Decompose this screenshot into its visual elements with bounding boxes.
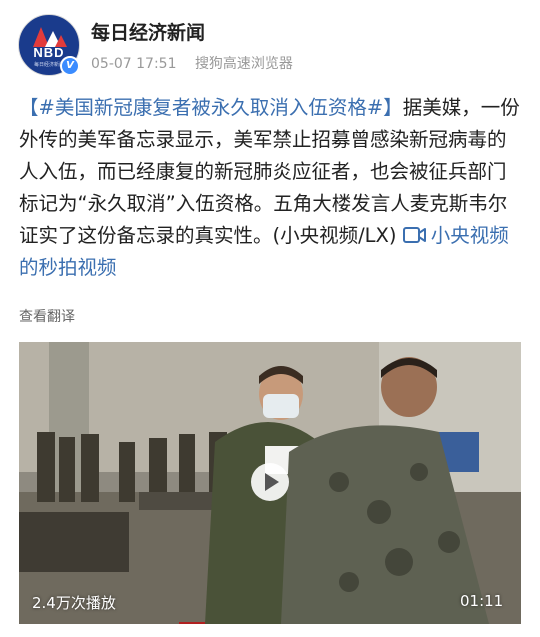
post-time: 05-07 17:51 [91, 56, 177, 72]
post-header: NBD 每日经济新闻 V 每日经济新闻 05-07 17:51 搜狗高速浏览器 [0, 0, 540, 90]
account-name[interactable]: 每日经济新闻 [91, 18, 205, 45]
video-duration: 01:11 [460, 592, 504, 610]
verified-icon: V [60, 56, 80, 76]
hashtag-link[interactable]: 【#美国新冠康复者被永久取消入伍资格#】 [19, 96, 403, 119]
post-body: 【#美国新冠康复者被永久取消入伍资格#】据美媒，一份外传的美军备忘录显示，美军禁… [19, 92, 524, 284]
video-views: 2.4万次播放 [32, 594, 116, 612]
video-camera-icon [402, 227, 426, 243]
translate-link[interactable]: 查看翻译 [19, 306, 75, 326]
post-source: 搜狗高速浏览器 [194, 56, 293, 72]
play-icon[interactable] [251, 463, 289, 501]
post-meta: 05-07 17:51 搜狗高速浏览器 [91, 53, 307, 73]
